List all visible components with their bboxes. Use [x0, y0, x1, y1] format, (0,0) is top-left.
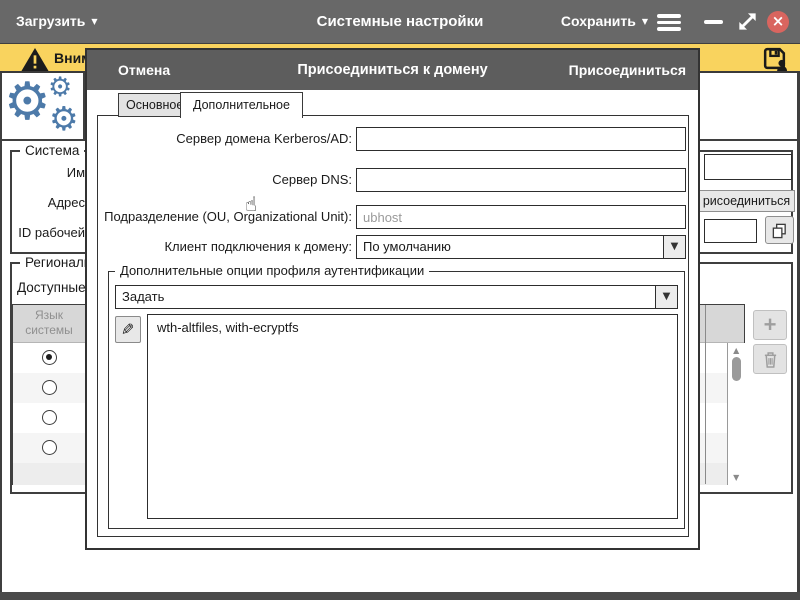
save-menu-label: Сохранить — [560, 13, 636, 29]
settings-gears-icon: ⚙ ⚙ ⚙ — [2, 74, 82, 138]
tab-additional[interactable]: Дополнительное — [180, 92, 303, 118]
dialog-header: Отмена Присоединиться к домену Присоедин… — [87, 50, 698, 90]
join-domain-dialog: Отмена Присоединиться к домену Присоедин… — [85, 48, 700, 550]
gear-icon: ⚙ — [49, 99, 79, 138]
domain-client-value: По умолчанию — [363, 239, 451, 254]
address-label: Адрес — [47, 195, 85, 210]
warning-icon — [21, 48, 49, 71]
hostname-input[interactable] — [704, 154, 792, 180]
dns-server-input[interactable] — [356, 168, 686, 192]
dns-server-label: Сервер DNS: — [272, 172, 352, 187]
save-menu-button[interactable]: Сохранить ▼ — [561, 13, 648, 29]
pencil-icon: ✎ — [121, 319, 135, 339]
radio-button[interactable] — [42, 350, 57, 365]
tab-panel: Сервер домена Kerberos/AD: Сервер DNS: П… — [97, 115, 689, 537]
dropdown-arrow-icon[interactable]: ▼ — [655, 286, 677, 308]
scrollbar-thumb[interactable] — [731, 357, 741, 381]
join-button[interactable]: Присоединиться — [569, 50, 686, 90]
cursor-hand-icon: ☝ — [245, 192, 258, 216]
language-table-header-cell: Язык системы — [25, 308, 73, 337]
scrollbar[interactable]: ▲ ▼ — [727, 343, 745, 485]
close-icon[interactable]: × — [767, 11, 789, 33]
workgroup-id-input[interactable] — [704, 219, 757, 243]
hamburger-menu-icon[interactable] — [657, 14, 681, 34]
trash-icon — [764, 351, 776, 368]
copy-icon — [772, 223, 786, 238]
auth-options-mode-select[interactable]: Задать ▼ — [115, 285, 678, 309]
add-language-button[interactable]: + — [753, 310, 787, 340]
radio-button[interactable] — [42, 410, 57, 425]
radio-button[interactable] — [42, 380, 57, 395]
save-file-icon[interactable] — [761, 45, 788, 72]
copy-button[interactable] — [765, 216, 794, 244]
auth-options-legend: Дополнительные опции профиля аутентифика… — [115, 263, 430, 278]
scroll-down-icon[interactable]: ▼ — [728, 473, 745, 482]
window-left-border — [0, 73, 2, 592]
table-column-divider — [705, 305, 706, 484]
domain-client-select[interactable]: По умолчанию ▼ — [356, 235, 686, 259]
workgroup-id-label: ID рабочей — [18, 225, 85, 240]
auth-options-mode-value: Задать — [122, 289, 165, 304]
minimize-icon[interactable] — [704, 20, 723, 24]
delete-language-button[interactable] — [753, 344, 787, 374]
top-toolbar: Загрузить ▼ Системные настройки Сохранить… — [0, 0, 800, 44]
maximize-icon[interactable] — [736, 10, 759, 33]
domain-client-label: Клиент подключения к домену: — [164, 239, 352, 254]
hostname-label: Им — [66, 165, 85, 180]
kerberos-server-label: Сервер домена Kerberos/AD: — [176, 131, 352, 146]
kerberos-server-input[interactable] — [356, 127, 686, 151]
chevron-down-icon: ▼ — [641, 17, 648, 26]
edit-options-button[interactable]: ✎ — [115, 316, 141, 343]
screen: Загрузить ▼ Системные настройки Сохранить… — [0, 0, 800, 600]
gear-icon: ⚙ — [4, 72, 51, 132]
join-domain-button[interactable]: рисоединиться — [698, 190, 795, 212]
ou-label: Подразделение (OU, Organizational Unit): — [104, 209, 352, 224]
auth-options-textarea[interactable]: wth-altfiles, with-ecryptfs — [147, 314, 678, 519]
gear-icon: ⚙ — [48, 72, 73, 103]
dropdown-arrow-icon[interactable]: ▼ — [663, 236, 685, 258]
scroll-up-icon[interactable]: ▲ — [728, 346, 745, 355]
window-bottom-bar — [0, 592, 800, 600]
auth-options-groupbox: Дополнительные опции профиля аутентифика… — [108, 263, 685, 529]
ou-input[interactable] — [356, 205, 686, 229]
system-groupbox-legend: Система — [20, 143, 85, 158]
radio-button[interactable] — [42, 440, 57, 455]
